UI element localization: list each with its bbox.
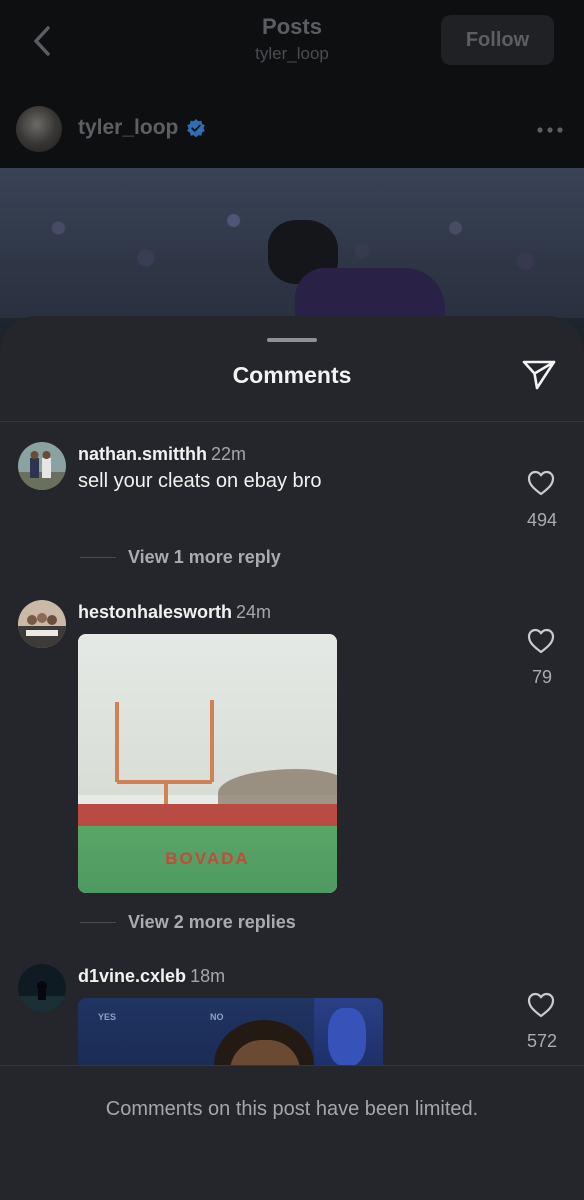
heart-icon[interactable]: [527, 470, 555, 496]
image-brand-text: BOVADA: [165, 849, 250, 868]
image-track: [78, 804, 337, 826]
comment-item: hestonhalesworth 24m BOVADA 79 View 2 mor…: [0, 598, 584, 938]
avatar-photo: [18, 442, 66, 490]
comments-title: Comments: [232, 362, 352, 388]
image-label-no: NO: [210, 1012, 224, 1022]
comment-image[interactable]: BOVADA: [78, 634, 337, 893]
author-username[interactable]: tyler_loop: [78, 116, 178, 140]
comments-limited-text: Comments on this post have been limited.: [105, 1098, 479, 1120]
comment-text: sell your cleats on ebay bro: [78, 470, 322, 492]
comment-item: nathan.smitthh 22m sell your cleats on eb…: [0, 440, 584, 580]
goalpost-right: [210, 700, 214, 782]
view-replies-button[interactable]: View 2 more replies: [80, 910, 296, 934]
avatar-photo: [18, 964, 66, 1012]
image-player-figure: [328, 1008, 366, 1066]
commenter-avatar[interactable]: [18, 964, 66, 1012]
top-bar: Posts tyler_loop Follow: [0, 0, 584, 88]
verified-badge-icon: [187, 119, 205, 138]
author-avatar[interactable]: [16, 106, 62, 152]
follow-button[interactable]: Follow: [441, 15, 554, 65]
more-options-icon[interactable]: [536, 126, 564, 134]
like-count: 572: [526, 1031, 558, 1051]
sheet-grabber[interactable]: [267, 338, 317, 342]
post-author-row: tyler_loop: [0, 88, 584, 168]
sheet-divider: [0, 421, 584, 422]
share-button[interactable]: [520, 358, 558, 392]
comments-limited-footer: Comments on this post have been limited.: [0, 1065, 584, 1200]
like-count: 494: [526, 510, 558, 530]
heart-icon[interactable]: [527, 628, 555, 654]
comment-item: d1vine.cxleb 18m YES NO 572: [0, 962, 584, 1082]
comment-username[interactable]: d1vine.cxleb: [78, 966, 186, 986]
view-replies-label: View 1 more reply: [128, 546, 281, 567]
comment-time: 22m: [211, 444, 247, 464]
replies-line: [80, 556, 116, 558]
replies-line: [80, 921, 116, 923]
avatar-photo: [18, 600, 66, 648]
comment-time: 18m: [190, 966, 226, 986]
commenter-avatar[interactable]: [18, 442, 66, 490]
goalpost-left: [115, 702, 119, 782]
send-icon: [522, 360, 556, 390]
view-replies-label: View 2 more replies: [128, 911, 296, 932]
like-count: 79: [531, 667, 553, 687]
comment-time: 24m: [236, 602, 272, 622]
image-label-yes: YES: [98, 1012, 117, 1022]
view-replies-button[interactable]: View 1 more reply: [80, 545, 281, 569]
heart-icon[interactable]: [527, 992, 555, 1018]
comment-username[interactable]: hestonhalesworth: [78, 602, 232, 622]
comment-username[interactable]: nathan.smitthh: [78, 444, 207, 464]
commenter-avatar[interactable]: [18, 600, 66, 648]
